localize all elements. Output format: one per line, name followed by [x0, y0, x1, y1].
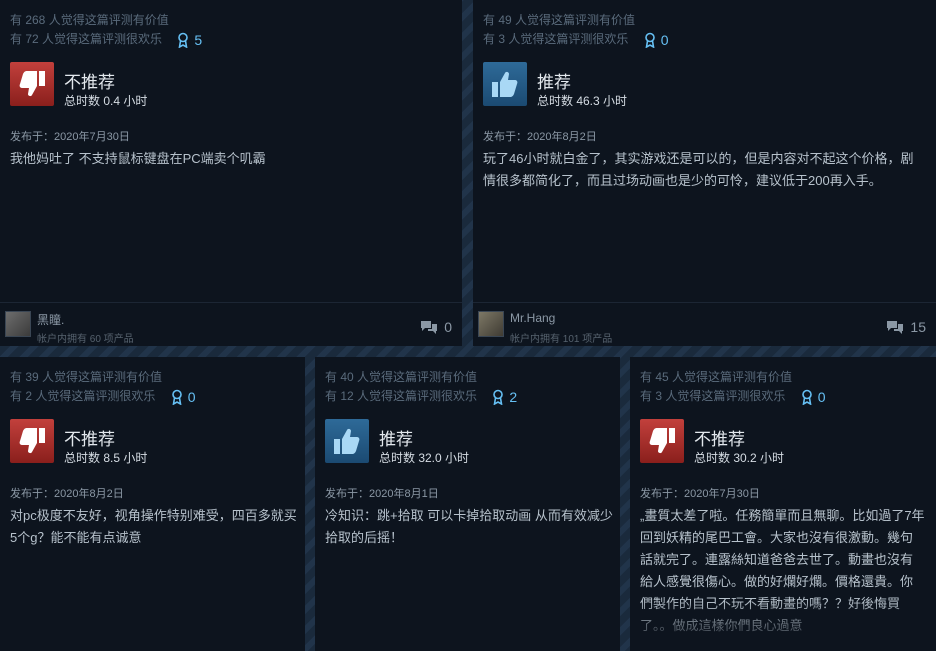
- award-ribbon-icon: [644, 32, 655, 48]
- award-button[interactable]: 0: [801, 388, 826, 405]
- posted-date: 发布于：2020年8月1日: [325, 488, 439, 500]
- comment-count: 15: [910, 319, 926, 335]
- playtime: 总时数 46.3 小时: [537, 94, 628, 108]
- review-verdict: 推荐: [537, 73, 571, 92]
- review-footer: 黑瞳. 帐户内拥有 60 项产品 0: [0, 302, 462, 346]
- avatar[interactable]: [5, 311, 31, 337]
- thumbs-down-icon: [10, 419, 54, 463]
- award-count: 0: [817, 388, 826, 405]
- award-button[interactable]: 0: [171, 388, 196, 405]
- thumbs-up-icon: [483, 62, 527, 106]
- user-name[interactable]: Mr.Hang: [510, 311, 555, 325]
- review-footer: Mr.Hang 帐户内拥有 101 项产品 15: [473, 302, 936, 346]
- playtime: 总时数 8.5 小时: [64, 451, 148, 465]
- helpful-count: 有 49 人觉得这篇评测有价值: [483, 13, 636, 27]
- review-verdict: 不推荐: [64, 430, 115, 449]
- funny-count: 有 72 人觉得这篇评测很欢乐: [10, 32, 163, 46]
- user-products-owned: 帐户内拥有 101 项产品: [510, 334, 613, 345]
- award-count: 2: [509, 388, 518, 405]
- helpful-count: 有 268 人觉得这篇评测有价值: [10, 13, 169, 27]
- review-card: 有 45 人觉得这篇评测有价值 有 3 人觉得这篇评测很欢乐 0 不推荐 总时数…: [630, 357, 936, 651]
- funny-count: 有 12 人觉得这篇评测很欢乐: [325, 389, 478, 403]
- review-verdict: 不推荐: [64, 73, 115, 92]
- funny-count: 有 3 人觉得这篇评测很欢乐: [483, 32, 629, 46]
- user-products-owned: 帐户内拥有 60 项产品: [37, 334, 134, 345]
- comment-bubbles-icon: [421, 320, 438, 334]
- award-ribbon-icon: [801, 389, 812, 405]
- comments-button[interactable]: 0: [420, 319, 452, 335]
- funny-count: 有 2 人觉得这篇评测很欢乐: [10, 389, 156, 403]
- award-ribbon-icon: [493, 389, 504, 405]
- comments-button[interactable]: 15: [886, 319, 926, 335]
- award-button[interactable]: 0: [644, 31, 669, 48]
- posted-date: 发布于：2020年8月2日: [483, 131, 597, 143]
- review-text: 对pc极度不友好，视角操作特别难受，四百多就买5个g？能不能有点诚意: [10, 508, 297, 545]
- funny-count: 有 3 人觉得这篇评测很欢乐: [640, 389, 786, 403]
- posted-date: 发布于：2020年8月2日: [10, 488, 124, 500]
- helpful-count: 有 45 人觉得这篇评测有价值: [640, 370, 793, 384]
- playtime: 总时数 0.4 小时: [64, 94, 148, 108]
- award-count: 0: [660, 31, 669, 48]
- award-button[interactable]: 5: [177, 32, 202, 48]
- award-count: 5: [194, 31, 203, 48]
- review-verdict: 不推荐: [694, 430, 745, 449]
- award-button[interactable]: 2: [492, 389, 517, 405]
- helpful-count: 有 40 人觉得这篇评测有价值: [325, 370, 478, 384]
- thumbs-down-icon: [640, 419, 684, 463]
- posted-date: 发布于：2020年7月30日: [10, 131, 130, 143]
- review-card: 有 39 人觉得这篇评测有价值 有 2 人觉得这篇评测很欢乐 0 不推荐 总时数…: [0, 357, 305, 651]
- posted-date: 发布于：2020年7月30日: [640, 488, 760, 500]
- review-card: 有 40 人觉得这篇评测有价值 有 12 人觉得这篇评测很欢乐 2 推荐 总时数…: [315, 357, 620, 651]
- review-verdict: 推荐: [379, 430, 413, 449]
- comment-count: 0: [444, 319, 452, 335]
- playtime: 总时数 30.2 小时: [694, 451, 785, 465]
- review-text: 我他妈吐了 不支持鼠标键盘在PC端卖个叽霸: [10, 151, 266, 166]
- thumbs-down-icon: [10, 62, 54, 106]
- award-count: 0: [187, 388, 196, 405]
- avatar[interactable]: [478, 311, 504, 337]
- thumbs-up-icon: [325, 419, 369, 463]
- helpful-count: 有 39 人觉得这篇评测有价值: [10, 370, 163, 384]
- award-ribbon-icon: [171, 389, 182, 405]
- review-card: 有 49 人觉得这篇评测有价值 有 3 人觉得这篇评测很欢乐 0 推荐 总时数 …: [473, 0, 936, 346]
- user-name[interactable]: 黑瞳.: [37, 311, 64, 328]
- playtime: 总时数 32.0 小时: [379, 451, 470, 465]
- comment-bubbles-icon: [887, 320, 904, 334]
- review-card: 有 268 人觉得这篇评测有价值 有 72 人觉得这篇评测很欢乐 5 不推荐 总…: [0, 0, 462, 346]
- review-text: „畫質太差了啦。任務簡單而且無聊。比如過了7年回到妖精的尾巴工會。大家也沒有很激…: [640, 508, 925, 633]
- review-text: 玩了46小时就白金了，其实游戏还是可以的，但是内容对不起这个价格，剧情很多都简化…: [483, 151, 914, 188]
- award-ribbon-icon: [178, 32, 189, 48]
- review-text: 冷知识：跳+拾取 可以卡掉拾取动画 从而有效减少拾取的后摇！: [325, 508, 613, 545]
